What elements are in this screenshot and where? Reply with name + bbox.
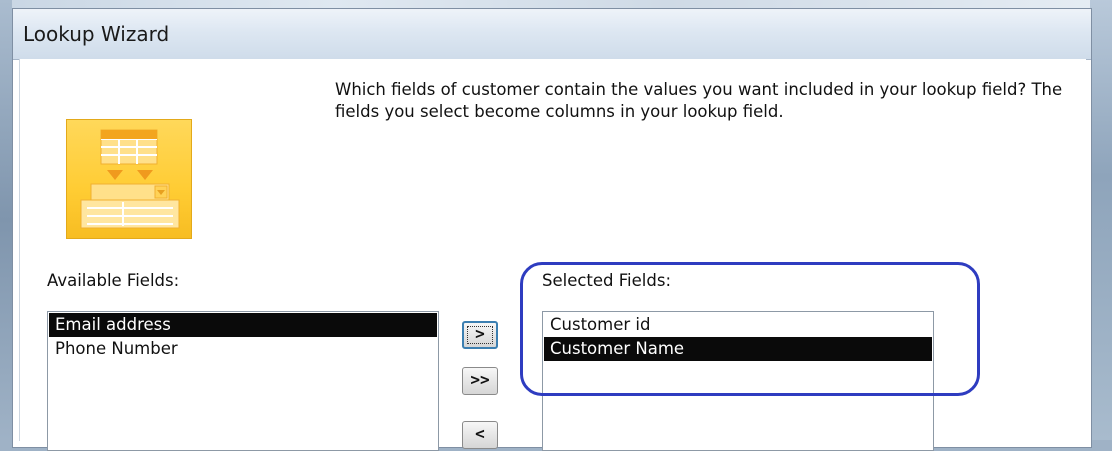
list-item[interactable]: Phone Number xyxy=(49,337,437,361)
background-right xyxy=(1090,0,1112,440)
title-bar[interactable]: Lookup Wizard xyxy=(13,9,1091,60)
selected-fields-label: Selected Fields: xyxy=(542,271,672,290)
available-fields-label: Available Fields: xyxy=(47,271,180,290)
lookup-wizard-dialog: Lookup Wizard Which fields of customer c… xyxy=(12,8,1092,451)
wizard-instructions: Which fields of customer contain the val… xyxy=(335,80,1063,121)
remove-field-button[interactable]: < xyxy=(462,421,498,449)
list-item[interactable]: Email address xyxy=(49,313,437,337)
wizard-content: Which fields of customer contain the val… xyxy=(19,59,1086,451)
window-title: Lookup Wizard xyxy=(23,22,170,46)
selected-fields-list[interactable]: Customer id Customer Name xyxy=(542,311,934,451)
add-field-button[interactable]: > xyxy=(462,321,498,349)
table-to-lookup-icon xyxy=(66,119,192,239)
background-left xyxy=(0,0,12,440)
add-all-fields-button[interactable]: >> xyxy=(462,367,498,395)
list-item[interactable]: Customer id xyxy=(544,313,932,337)
list-item[interactable]: Customer Name xyxy=(544,337,932,361)
available-fields-list[interactable]: Email address Phone Number xyxy=(47,311,439,451)
table-to-lookup-icon-svg xyxy=(80,129,180,229)
